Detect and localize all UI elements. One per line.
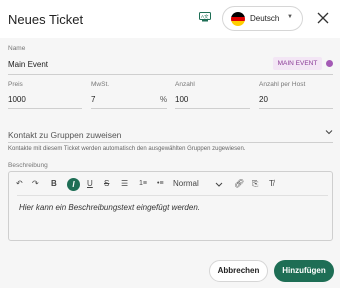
close-icon[interactable] xyxy=(317,12,329,24)
vat-underline xyxy=(91,108,167,109)
vat-unit: % xyxy=(160,95,168,104)
price-input[interactable]: 1000 xyxy=(8,95,26,104)
tag-color-dot[interactable] xyxy=(326,60,333,67)
name-input[interactable]: Main Event xyxy=(8,60,48,69)
strikethrough-icon[interactable]: S xyxy=(104,179,109,189)
quantity-underline xyxy=(175,108,250,109)
vat-label: MwSt. xyxy=(91,81,110,88)
translate-icon[interactable]: A文 xyxy=(199,12,211,22)
redo-icon[interactable]: ↷ xyxy=(32,179,39,189)
cancel-button[interactable]: Abbrechen xyxy=(209,260,268,282)
name-label: Name xyxy=(8,45,26,52)
link-icon[interactable]: 🔗︎ xyxy=(234,179,244,189)
chevron-down-icon[interactable] xyxy=(325,128,333,136)
undo-icon[interactable]: ↶ xyxy=(16,179,23,189)
name-tag-badge: MAIN EVENT xyxy=(273,57,322,70)
name-underline xyxy=(8,74,333,75)
bullet-list-icon[interactable]: •≡ xyxy=(157,179,164,189)
price-label: Preis xyxy=(8,81,23,88)
chevron-down-icon[interactable] xyxy=(215,181,223,188)
attachment-icon[interactable]: ⎘ xyxy=(252,179,258,189)
format-select[interactable]: Normal xyxy=(173,179,199,189)
align-left-icon[interactable]: ☰ xyxy=(121,179,128,189)
ordered-list-icon[interactable]: 1≡ xyxy=(139,179,147,189)
quantity-label: Anzahl xyxy=(175,81,195,88)
dialog-title: Neues Ticket xyxy=(8,12,84,27)
dialog-header: Neues Ticket A文 Deutsch ▼ xyxy=(0,0,340,38)
underline-icon[interactable]: U xyxy=(87,179,93,189)
language-label: Deutsch xyxy=(250,14,280,23)
group-hint: Kontakte mit diesem Ticket werden automa… xyxy=(8,146,246,152)
description-label: Beschreibung xyxy=(8,162,48,169)
group-underline xyxy=(8,142,333,143)
vat-input[interactable]: 7 xyxy=(91,95,95,104)
svg-text:A文: A文 xyxy=(201,13,209,20)
bold-icon[interactable]: B xyxy=(51,179,57,189)
germany-flag-icon xyxy=(231,12,245,26)
clear-format-icon[interactable]: T̸ xyxy=(269,179,274,189)
per-host-input[interactable]: 20 xyxy=(259,95,268,104)
add-button[interactable]: Hinzufügen xyxy=(274,260,334,282)
quantity-input[interactable]: 100 xyxy=(175,95,188,104)
per-host-label: Anzahl per Host xyxy=(259,81,306,88)
group-select[interactable]: Kontakt zu Gruppen zuweisen xyxy=(8,130,121,140)
chevron-down-icon: ▼ xyxy=(287,14,293,20)
per-host-underline xyxy=(259,108,333,109)
description-placeholder: Hier kann ein Beschreibungstext eingefüg… xyxy=(19,203,200,212)
description-editor[interactable]: ↶ ↷ B I U S ☰ 1≡ •≡ Normal 🔗︎ ⎘ T̸ Hier … xyxy=(8,171,333,241)
dialog-body xyxy=(0,38,340,288)
language-select[interactable]: Deutsch ▼ xyxy=(222,6,303,31)
italic-icon[interactable]: I xyxy=(67,178,80,191)
price-underline xyxy=(8,108,82,109)
toolbar-divider xyxy=(17,195,328,196)
